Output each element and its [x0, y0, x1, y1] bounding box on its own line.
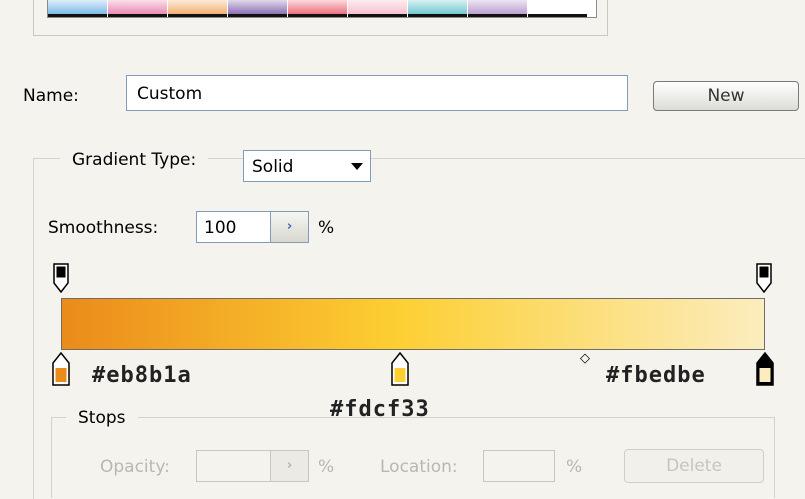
- preset-swatch[interactable]: [228, 0, 288, 17]
- location-unit: %: [566, 457, 583, 477]
- color-stop-right[interactable]: [756, 352, 774, 386]
- chevron-down-icon[interactable]: [351, 163, 363, 170]
- preset-swatch[interactable]: [168, 0, 228, 17]
- presets-swatch-strip[interactable]: [47, 0, 597, 18]
- smoothness-slider-button[interactable]: ›: [271, 211, 309, 243]
- gradient-type-label: Gradient Type:: [60, 150, 209, 170]
- hex-label-right: #fbedbe: [606, 363, 706, 388]
- opacity-slider-button[interactable]: ›: [271, 450, 309, 482]
- midpoint-diamond-icon[interactable]: ◇: [580, 351, 590, 366]
- preset-swatch[interactable]: [48, 0, 108, 17]
- location-input[interactable]: [483, 450, 555, 482]
- name-label: Name:: [23, 86, 79, 106]
- preset-swatch[interactable]: [288, 0, 348, 17]
- preset-swatch[interactable]: [108, 0, 168, 17]
- stops-title: Stops: [66, 408, 138, 428]
- gradient-preview-bar[interactable]: [61, 298, 765, 350]
- opacity-unit: %: [318, 457, 335, 477]
- new-button[interactable]: New: [653, 81, 799, 111]
- opacity-stop-right[interactable]: [756, 263, 772, 293]
- color-stop-left[interactable]: [52, 352, 70, 386]
- opacity-input[interactable]: [196, 450, 271, 482]
- color-stop-middle[interactable]: [391, 352, 409, 386]
- smoothness-unit: %: [318, 218, 335, 238]
- location-label: Location:: [380, 457, 458, 477]
- preset-swatch[interactable]: [528, 0, 588, 17]
- opacity-label: Opacity:: [100, 457, 170, 477]
- hex-label-left: #eb8b1a: [92, 363, 192, 388]
- opacity-stop-left[interactable]: [53, 263, 69, 293]
- preset-swatch[interactable]: [468, 0, 528, 17]
- preset-swatch[interactable]: [408, 0, 468, 17]
- preset-swatch[interactable]: [348, 0, 408, 17]
- smoothness-input[interactable]: 100: [196, 211, 271, 243]
- smoothness-label: Smoothness:: [48, 218, 159, 238]
- name-field[interactable]: Custom: [126, 75, 628, 111]
- delete-button[interactable]: Delete: [624, 449, 764, 483]
